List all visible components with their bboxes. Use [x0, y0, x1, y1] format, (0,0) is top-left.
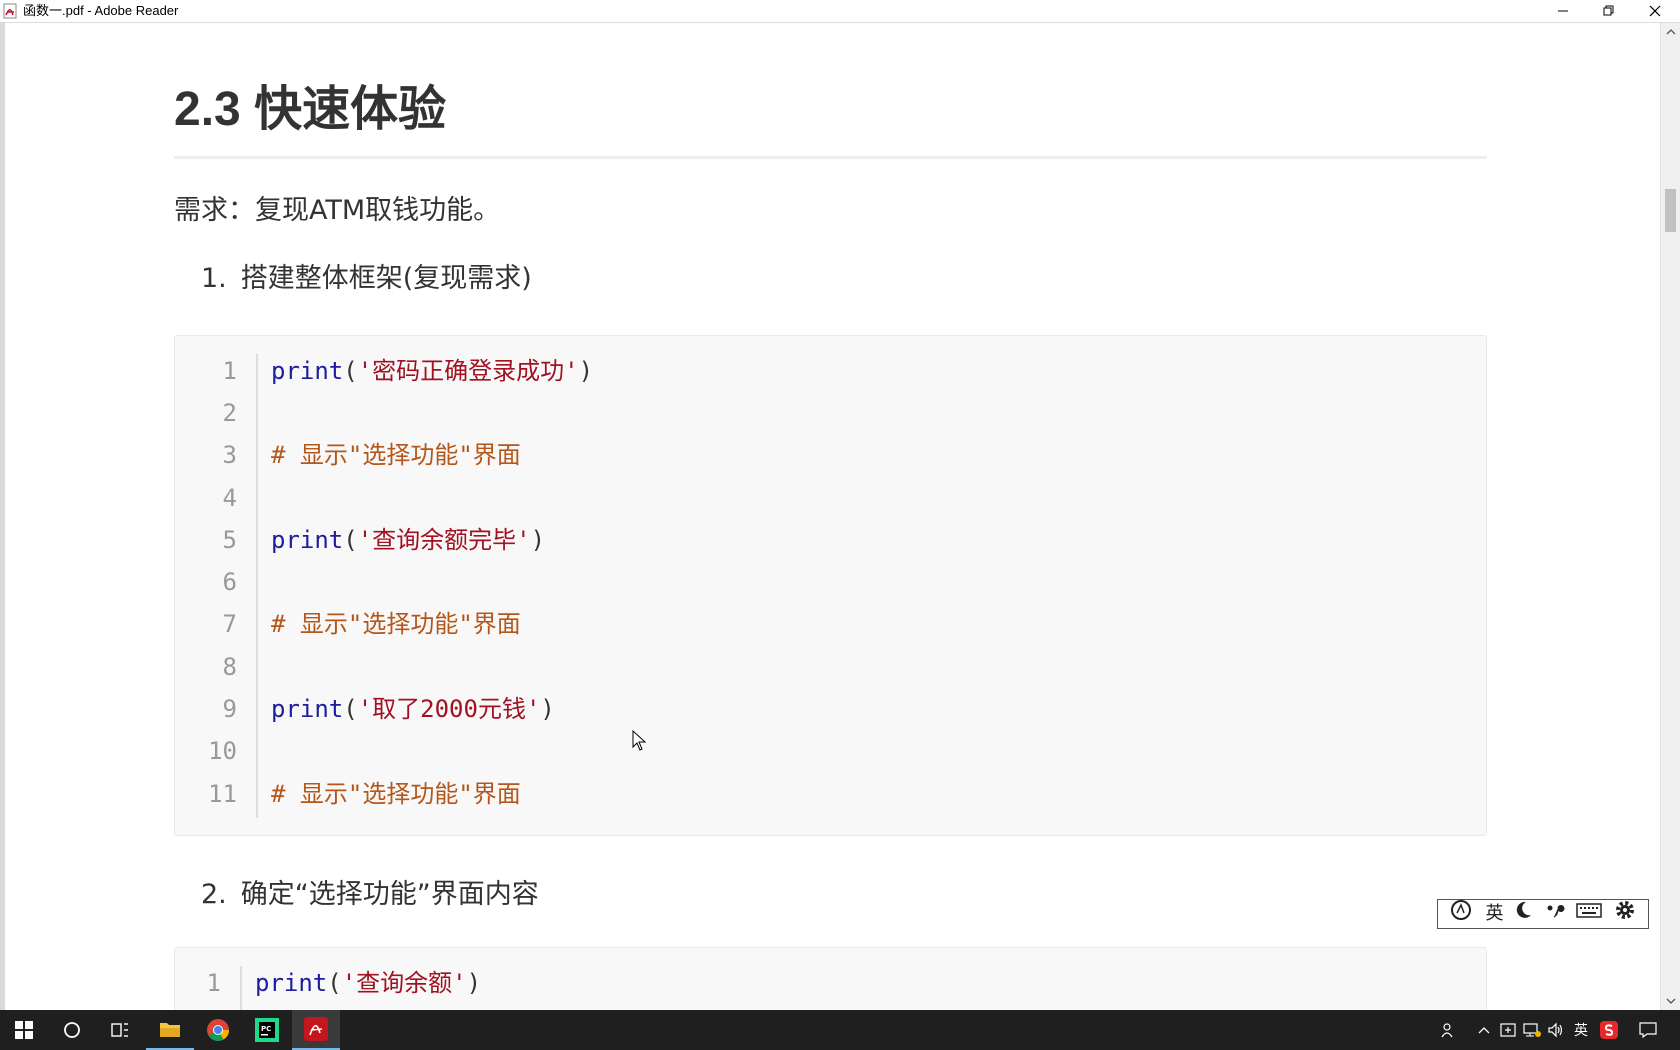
line-number: 11 [208, 780, 237, 808]
step-item-2: 2. 确定“选择功能”界面内容 [201, 877, 539, 913]
line-number: 6 [222, 568, 237, 596]
window-titlebar: 函数一.pdf - Adobe Reader [0, 0, 1680, 23]
step-text: 确定“选择功能”界面内容 [240, 879, 539, 910]
requirement-text: 需求：复现ATM取钱功能。 [174, 195, 501, 226]
code-line: 4 [175, 477, 1486, 519]
windows-taskbar: PC 英 [0, 1010, 1680, 1050]
line-number: 1 [206, 969, 221, 997]
section-heading: 2.3 快速体验 [174, 83, 447, 136]
line-number: 9 [222, 695, 237, 723]
pdf-page: 2.3 快速体验 需求：复现ATM取钱功能。 1. 搭建整体框架(复现需求) 1 … [5, 23, 1660, 1010]
code-line: 9 print('取了2000元钱') [175, 688, 1486, 730]
code-line: 11 # 显示"选择功能"界面 [175, 773, 1486, 815]
step-number: 1. [201, 263, 227, 294]
windows-start-icon[interactable] [0, 1010, 48, 1050]
code-text: print('密码正确登录成功') [271, 357, 594, 385]
network-icon[interactable] [1522, 1010, 1542, 1050]
chrome-icon[interactable] [194, 1010, 242, 1050]
sogou-tray-icon[interactable] [1598, 1010, 1620, 1050]
code-line: 7 # 显示"选择功能"界面 [175, 603, 1486, 645]
window-title: 函数一.pdf - Adobe Reader [23, 3, 179, 18]
tray-app-icon[interactable] [1498, 1010, 1518, 1050]
step-number: 2. [201, 879, 227, 910]
vertical-scrollbar[interactable] [1660, 23, 1680, 1010]
line-number: 4 [222, 484, 237, 512]
scroll-up-icon[interactable] [1661, 23, 1680, 41]
line-number: 10 [208, 737, 237, 765]
volume-icon[interactable] [1546, 1010, 1566, 1050]
restore-button[interactable] [1586, 0, 1632, 22]
moon-icon[interactable] [1515, 900, 1533, 929]
close-button[interactable] [1632, 0, 1678, 22]
adobe-reader-icon[interactable] [292, 1010, 340, 1050]
mouse-pointer-icon [632, 729, 648, 752]
code-line: 8 [175, 646, 1486, 688]
code-comment: # 显示"选择功能"界面 [271, 780, 521, 808]
task-view-icon[interactable] [96, 1010, 144, 1050]
code-line: 2 [175, 392, 1486, 434]
punctuation-icon[interactable] [1545, 900, 1565, 929]
pdf-file-icon [3, 3, 19, 19]
file-explorer-icon[interactable] [146, 1010, 194, 1050]
code-line: 6 [175, 561, 1486, 603]
pycharm-icon[interactable]: PC [243, 1010, 291, 1050]
notification-icon[interactable] [1636, 1010, 1660, 1050]
code-block: 1 print('密码正确登录成功') 2 3 # 显示"选择功能"界面 4 5… [174, 335, 1487, 836]
heading-divider [174, 156, 1487, 159]
gear-icon[interactable] [1614, 899, 1636, 930]
code-line: 5 print('查询余额完毕') [175, 519, 1486, 561]
chevron-up-icon[interactable] [1474, 1010, 1494, 1050]
svg-text:PC: PC [261, 1025, 271, 1033]
code-comment: # 显示"选择功能"界面 [271, 441, 521, 469]
code-line: 1 print('密码正确登录成功') [175, 350, 1486, 392]
ime-language-toggle[interactable]: 英 [1485, 900, 1503, 928]
tray-ime-language[interactable]: 英 [1570, 1010, 1592, 1050]
scrollbar-thumb[interactable] [1665, 189, 1676, 232]
code-comment: # 显示"选择功能"界面 [271, 610, 521, 638]
code-line: 1 print('查询余额') [175, 962, 1486, 1004]
search-icon[interactable] [48, 1010, 96, 1050]
step-text: 搭建整体框架(复现需求) [240, 263, 532, 294]
code-text: print('查询余额') [255, 969, 482, 997]
keyboard-icon[interactable] [1576, 900, 1603, 928]
code-line: 10 [175, 730, 1486, 772]
line-number: 5 [222, 526, 237, 554]
people-icon[interactable] [1436, 1010, 1460, 1050]
minimize-button[interactable] [1540, 0, 1586, 22]
line-number: 1 [222, 357, 237, 385]
line-number: 8 [222, 653, 237, 681]
code-text: print('查询余额完毕') [271, 526, 546, 554]
code-block: 1 print('查询余额') [174, 947, 1487, 1010]
scroll-down-icon[interactable] [1661, 992, 1680, 1010]
step-item-1: 1. 搭建整体框架(复现需求) [201, 261, 532, 297]
line-number: 2 [222, 399, 237, 427]
sogou-logo-icon[interactable] [1450, 899, 1474, 930]
line-number: 7 [222, 610, 237, 638]
code-line: 3 # 显示"选择功能"界面 [175, 434, 1486, 476]
ime-toolbar[interactable]: 英 [1437, 899, 1649, 929]
line-number: 3 [222, 441, 237, 469]
code-text: print('取了2000元钱') [271, 695, 555, 723]
